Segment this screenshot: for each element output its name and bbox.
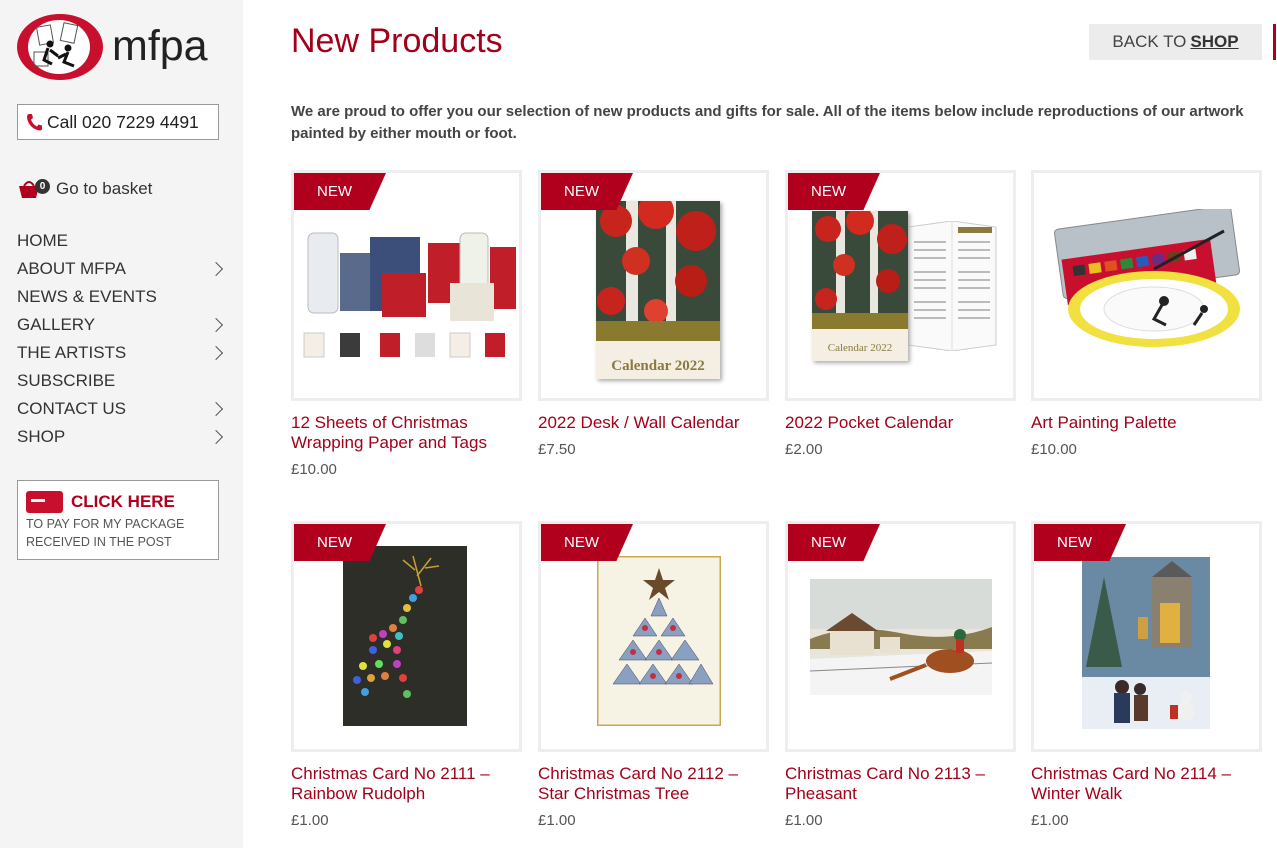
new-badge: NEW [1034,524,1126,561]
product-card[interactable]: NEW Christmas Card No 2111 – Rainbow Rud… [291,521,522,829]
nav-item-home[interactable]: HOME [17,227,227,255]
chevron-right-icon[interactable] [208,345,224,361]
nav-item-artists[interactable]: THE ARTISTS [17,339,227,367]
nav-item-label: GALLERY [17,315,96,334]
product-image[interactable]: NEW [291,170,522,401]
main-nav: HOME ABOUT MFPA NEWS & EVENTS GALLERY TH… [17,227,227,451]
product-name[interactable]: Christmas Card No 2114 – Winter Walk [1031,764,1262,804]
product-name[interactable]: Christmas Card No 2112 – Star Christmas … [538,764,769,804]
product-image[interactable]: NEW [785,521,1016,752]
product-price: £10.00 [1031,441,1077,458]
product-name[interactable]: Art Painting Palette [1031,413,1262,433]
product-name[interactable]: 2022 Desk / Wall Calendar [538,413,769,433]
basket-icon: 0 [18,177,52,201]
product-card[interactable]: NEW 12 Sheets of Christmas Wrapping Pape… [291,170,522,478]
product-name[interactable]: 2022 Pocket Calendar [785,413,1016,433]
new-badge: NEW [788,524,880,561]
chevron-right-icon[interactable] [208,317,224,333]
product-price: £7.50 [538,441,576,458]
calendar-cover-text: Calendar 2022 [611,358,705,374]
pay-title: CLICK HERE [71,492,175,511]
back-shop-link[interactable]: SHOP [1190,32,1238,52]
call-button[interactable]: Call 020 7229 4491 [17,104,219,140]
basket-count-badge: 0 [35,179,50,194]
chevron-right-icon[interactable] [208,261,224,277]
product-image[interactable]: NEW Calendar 2022 [538,170,769,401]
pay-subtitle-line2: RECEIVED IN THE POST [26,535,172,549]
pay-subtitle-line1: TO PAY FOR MY PACKAGE [26,517,185,531]
product-card[interactable]: NEW Christmas Card No 2114 – Winter Walk… [1031,521,1262,829]
product-price: £1.00 [1031,812,1069,829]
nav-item-label: HOME [17,231,68,250]
nav-item-label: THE ARTISTS [17,343,127,362]
product-image[interactable]: NEW Calendar 2022 [785,170,1016,401]
phone-icon [27,114,42,131]
product-name[interactable]: Christmas Card No 2111 – Rainbow Rudolph [291,764,522,804]
nav-item-label: ABOUT MFPA [17,259,126,278]
nav-item-label: SHOP [17,427,66,446]
pay-package-button[interactable]: CLICK HERE TO PAY FOR MY PACKAGE RECEIVE… [17,480,219,560]
product-name[interactable]: 12 Sheets of Christmas Wrapping Paper an… [291,413,522,453]
product-image[interactable]: NEW [538,521,769,752]
nav-item-label: SUBSCRIBE [17,371,116,390]
product-price: £1.00 [538,812,576,829]
nav-item-shop[interactable]: SHOP [17,423,227,451]
product-card[interactable]: NEW Christmas Card No 2112 – Star Christ… [538,521,769,829]
nav-item-news-events[interactable]: NEWS & EVENTS [17,283,227,311]
back-to-shop-button[interactable]: BACK TO SHOP [1089,24,1262,60]
back-prefix: BACK TO [1112,32,1187,51]
sidebar: mfpa Call 020 7229 4491 0 Go to basket H… [0,0,243,848]
logo-emblem-icon [17,13,103,80]
nav-item-gallery[interactable]: GALLERY [17,311,227,339]
basket-link[interactable]: 0 Go to basket [18,177,152,201]
product-name[interactable]: Christmas Card No 2113 – Pheasant [785,764,1016,804]
new-badge: NEW [294,173,386,210]
site-logo[interactable]: mfpa [17,13,227,80]
accent-bar [1273,24,1276,60]
product-card[interactable]: NEW Calendar 2022 2022 Pocket Calendar £… [785,170,1016,458]
product-card[interactable]: NEW Calendar 2022 2022 Desk / Wall Calen… [538,170,769,458]
product-image[interactable] [1031,170,1262,401]
brand-name: mfpa [112,22,208,70]
product-price: £1.00 [291,812,329,829]
nav-item-label: CONTACT US [17,399,126,418]
product-card[interactable]: Art Painting Palette £10.00 [1031,170,1262,458]
product-image[interactable]: NEW [1031,521,1262,752]
nav-item-contact[interactable]: CONTACT US [17,395,227,423]
product-price: £10.00 [291,461,337,478]
intro-text: We are proud to offer you our selection … [291,103,1244,142]
calendar-cover-text: Calendar 2022 [827,342,893,354]
chevron-right-icon[interactable] [208,429,224,445]
basket-label: Go to basket [56,179,153,198]
call-label: Call 020 7229 4491 [47,111,199,132]
product-image[interactable]: NEW [291,521,522,752]
chevron-right-icon[interactable] [208,401,224,417]
credit-card-icon [26,491,63,513]
nav-item-subscribe[interactable]: SUBSCRIBE [17,367,227,395]
nav-item-about[interactable]: ABOUT MFPA [17,255,227,283]
product-price: £1.00 [785,812,823,829]
product-price: £2.00 [785,441,823,458]
product-card[interactable]: NEW Christmas Card No 2113 – Pheasant £1… [785,521,1016,829]
new-badge: NEW [788,173,880,210]
nav-item-label: NEWS & EVENTS [17,287,157,306]
page-title: New Products [291,22,503,60]
